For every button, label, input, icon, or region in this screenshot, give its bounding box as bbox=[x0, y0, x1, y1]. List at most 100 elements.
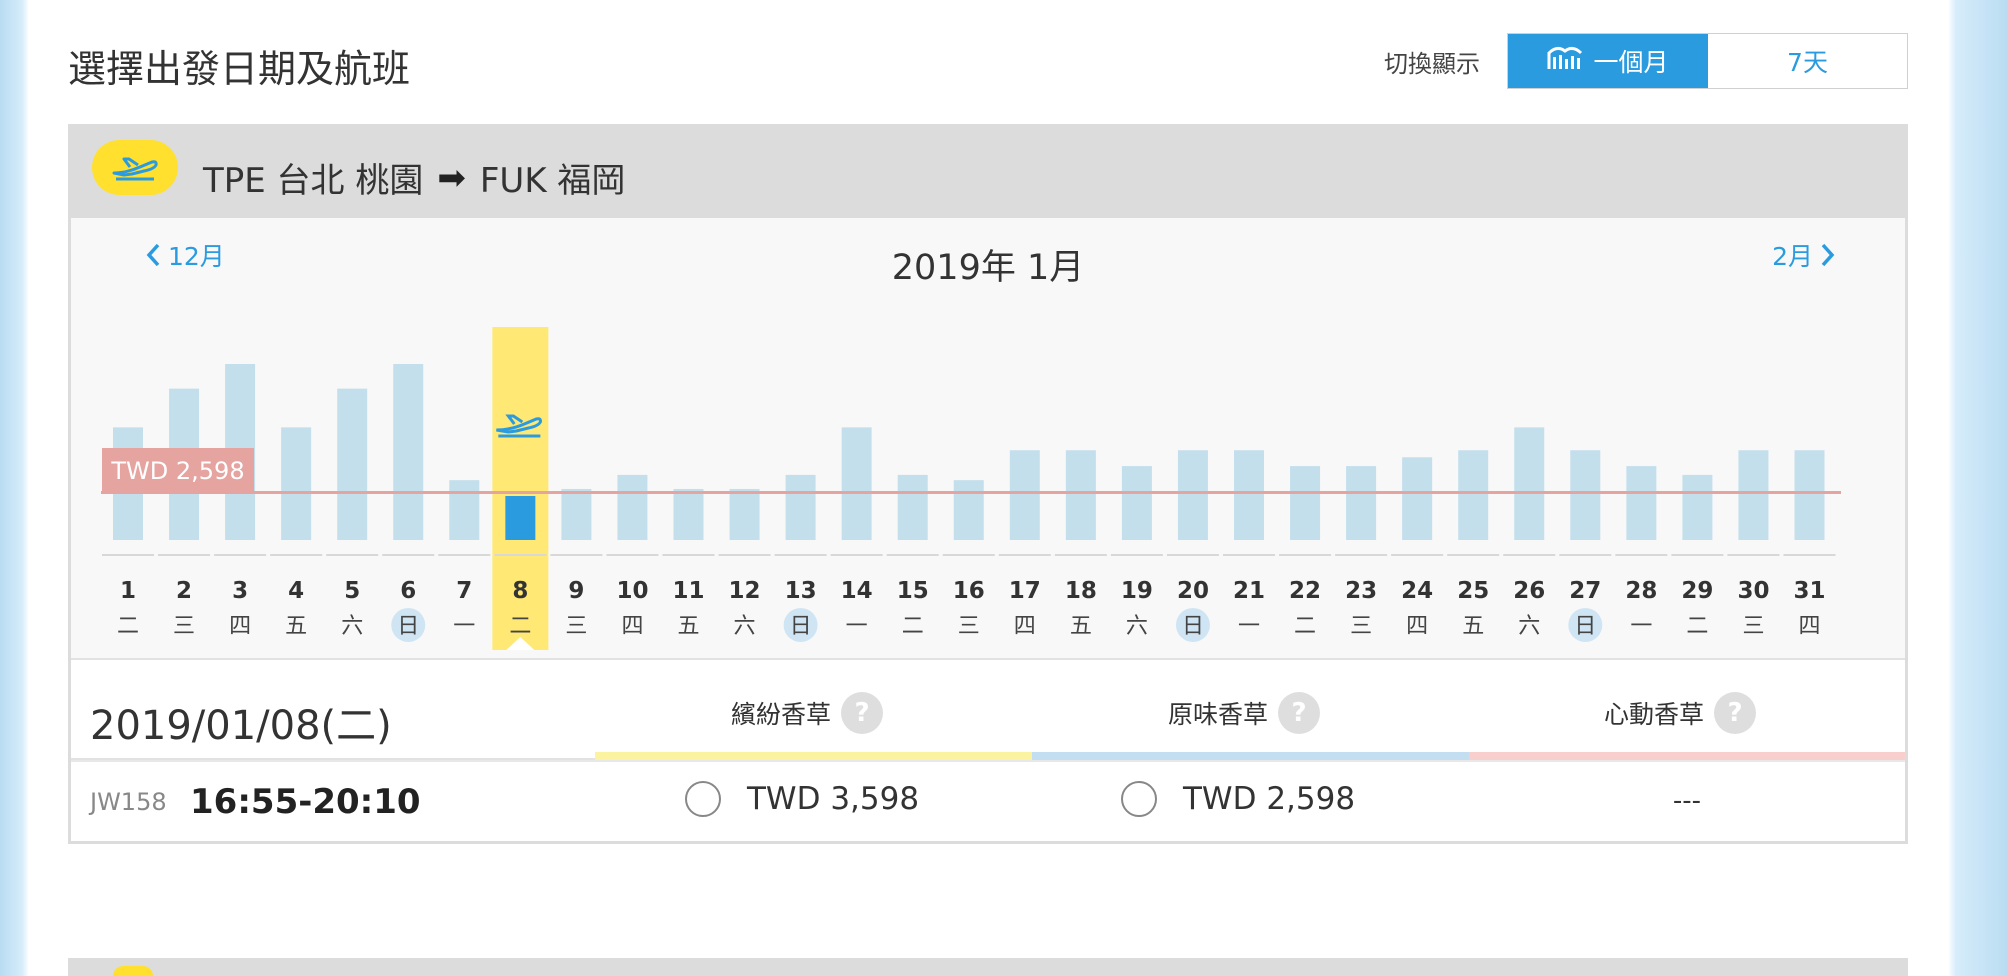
fare-price: TWD 2,598 bbox=[1183, 781, 1356, 817]
price-bar-day-5[interactable] bbox=[337, 388, 368, 540]
day-number[interactable]: 24 bbox=[1401, 578, 1433, 604]
fare-radio[interactable] bbox=[1121, 781, 1157, 817]
fare-stripe-original bbox=[1032, 752, 1469, 760]
day-number[interactable]: 13 bbox=[785, 578, 817, 604]
day-number[interactable]: 20 bbox=[1177, 578, 1209, 604]
day-number[interactable]: 3 bbox=[232, 578, 248, 604]
flight-calendar-card: TPE 台北 桃園 ➡ FUK 福岡 12月 2019年 1月 2月 1二2三3… bbox=[68, 124, 1908, 844]
price-bar-day-27[interactable] bbox=[1570, 450, 1601, 540]
flight-number: JW158 bbox=[90, 788, 167, 816]
day-number[interactable]: 12 bbox=[729, 578, 761, 604]
price-bar-day-8[interactable] bbox=[505, 496, 536, 540]
fare-name: 心動香草 bbox=[1604, 700, 1705, 729]
day-number[interactable]: 28 bbox=[1625, 578, 1657, 604]
weekday-label: 日 bbox=[1182, 614, 1204, 639]
price-bar-day-24[interactable] bbox=[1402, 457, 1433, 540]
day-number[interactable]: 11 bbox=[672, 578, 704, 604]
day-number[interactable]: 5 bbox=[344, 578, 360, 604]
price-bar-day-16[interactable] bbox=[953, 480, 984, 540]
price-bar-day-9[interactable] bbox=[561, 488, 592, 540]
weekday-label: 三 bbox=[958, 614, 980, 639]
price-bar-day-18[interactable] bbox=[1065, 450, 1096, 540]
price-bar-day-11[interactable] bbox=[673, 488, 704, 540]
fare-option-colorful[interactable]: TWD 3,598 bbox=[685, 781, 919, 817]
flight-time: 16:55-20:10 bbox=[190, 782, 421, 822]
view-month-button[interactable]: 一個月 bbox=[1508, 34, 1708, 88]
price-bar-day-30[interactable] bbox=[1738, 450, 1769, 540]
day-number[interactable]: 22 bbox=[1289, 578, 1321, 604]
price-bar-day-21[interactable] bbox=[1234, 450, 1264, 540]
weekday-label: 五 bbox=[1462, 614, 1484, 639]
price-bar-day-23[interactable] bbox=[1346, 466, 1377, 540]
price-bar-day-4[interactable] bbox=[281, 427, 312, 540]
fare-radio[interactable] bbox=[685, 781, 721, 817]
switch-view-label: 切換顯示 bbox=[1384, 50, 1480, 78]
weekday-label: 二 bbox=[1686, 614, 1708, 639]
day-number[interactable]: 6 bbox=[400, 578, 416, 604]
day-number[interactable]: 19 bbox=[1121, 578, 1153, 604]
price-bar-day-25[interactable] bbox=[1458, 450, 1489, 540]
day-number[interactable]: 8 bbox=[512, 578, 528, 604]
price-bar-day-13[interactable] bbox=[785, 474, 816, 540]
day-number[interactable]: 29 bbox=[1681, 578, 1713, 604]
view-week-button[interactable]: 7天 bbox=[1708, 34, 1907, 88]
weekday-label: 日 bbox=[1574, 614, 1596, 639]
day-number[interactable]: 30 bbox=[1737, 578, 1769, 604]
price-bar-day-22[interactable] bbox=[1290, 466, 1321, 540]
fare-info-button[interactable]: ? bbox=[1278, 692, 1321, 734]
price-bar-day-29[interactable] bbox=[1682, 474, 1713, 540]
selected-date: 2019/01/08(二) bbox=[90, 703, 392, 749]
view-month-label: 一個月 bbox=[1593, 48, 1669, 77]
weekday-label: 四 bbox=[1406, 614, 1428, 639]
day-number[interactable]: 4 bbox=[288, 578, 304, 604]
price-bar-day-10[interactable] bbox=[617, 474, 648, 540]
fare-stripe-heart bbox=[1469, 752, 1905, 760]
price-bar-day-14[interactable] bbox=[841, 427, 872, 540]
day-number[interactable]: 23 bbox=[1345, 578, 1377, 604]
weekday-label: 一 bbox=[846, 614, 868, 639]
price-bar-day-7[interactable] bbox=[449, 480, 480, 540]
day-number[interactable]: 31 bbox=[1793, 578, 1825, 604]
day-number[interactable]: 7 bbox=[456, 578, 472, 604]
fare-name: 原味香草 bbox=[1168, 700, 1269, 729]
fare-header-colorful: 繽紛香草 ? bbox=[731, 692, 884, 734]
price-bar-day-6[interactable] bbox=[393, 364, 424, 540]
price-bar-day-20[interactable] bbox=[1177, 450, 1208, 540]
row-divider bbox=[71, 760, 1905, 762]
fare-header-heart: 心動香草 ? bbox=[1604, 692, 1757, 734]
day-number[interactable]: 25 bbox=[1457, 578, 1489, 604]
day-number[interactable]: 1 bbox=[120, 578, 136, 604]
price-bar-day-19[interactable] bbox=[1121, 466, 1152, 540]
day-number[interactable]: 26 bbox=[1513, 578, 1545, 604]
day-number[interactable]: 16 bbox=[953, 578, 985, 604]
fare-name: 繽紛香草 bbox=[731, 700, 832, 729]
fare-option-original[interactable]: TWD 2,598 bbox=[1121, 781, 1355, 817]
weekday-label: 三 bbox=[173, 614, 195, 639]
day-number[interactable]: 21 bbox=[1233, 578, 1265, 604]
price-bar-day-31[interactable] bbox=[1794, 450, 1825, 540]
day-number[interactable]: 18 bbox=[1065, 578, 1097, 604]
day-number[interactable]: 2 bbox=[176, 578, 192, 604]
price-bar-day-28[interactable] bbox=[1626, 466, 1657, 540]
day-number[interactable]: 9 bbox=[568, 578, 584, 604]
fare-price: TWD 3,598 bbox=[747, 781, 920, 817]
weekday-label: 四 bbox=[229, 614, 251, 639]
day-number[interactable]: 15 bbox=[897, 578, 929, 604]
day-number[interactable]: 10 bbox=[616, 578, 648, 604]
fare-info-button[interactable]: ? bbox=[1714, 692, 1757, 734]
fare-header-original: 原味香草 ? bbox=[1168, 692, 1321, 734]
day-number[interactable]: 14 bbox=[841, 578, 873, 604]
price-bar-day-26[interactable] bbox=[1514, 427, 1545, 540]
price-bar-day-12[interactable] bbox=[729, 488, 760, 540]
weekday-label: 五 bbox=[1070, 614, 1092, 639]
view-toggle: 一個月 7天 bbox=[1507, 33, 1908, 89]
weekday-label: 六 bbox=[1518, 614, 1540, 639]
weekday-label: 日 bbox=[397, 614, 419, 639]
weekday-label: 日 bbox=[790, 614, 812, 639]
weekday-label: 三 bbox=[1350, 614, 1372, 639]
price-bar-day-15[interactable] bbox=[897, 474, 928, 540]
day-number[interactable]: 27 bbox=[1569, 578, 1601, 604]
price-bar-day-17[interactable] bbox=[1009, 450, 1040, 540]
fare-info-button[interactable]: ? bbox=[841, 692, 884, 734]
day-number[interactable]: 17 bbox=[1009, 578, 1041, 604]
